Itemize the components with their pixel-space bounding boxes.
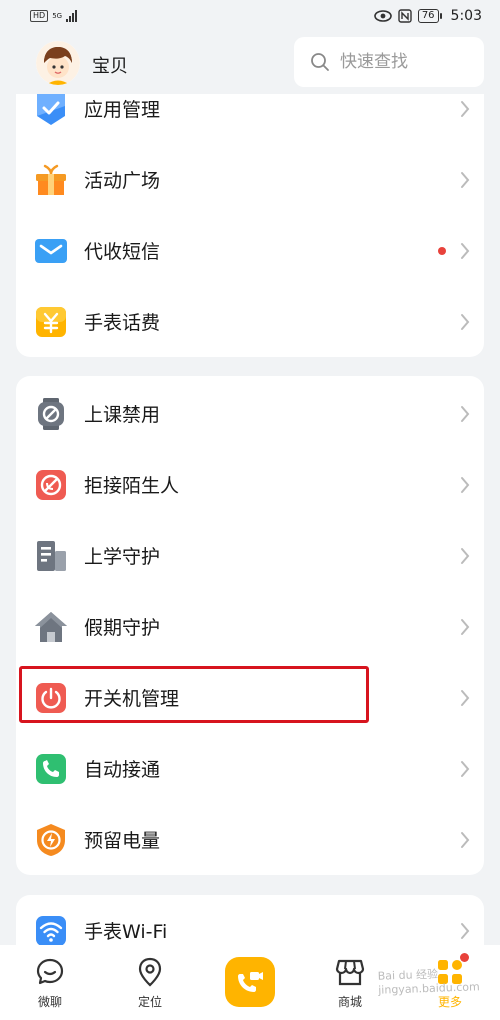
chevron-right-icon xyxy=(461,100,470,117)
eye-icon xyxy=(374,10,392,22)
menu-item-power-management[interactable]: 开关机管理 xyxy=(16,662,484,733)
menu-item-auto-answer[interactable]: 自动接通 xyxy=(16,733,484,804)
menu-item-holiday-guard[interactable]: 假期守护 xyxy=(16,591,484,662)
hd-badge: HD xyxy=(30,10,49,22)
menu-item-label: 代收短信 xyxy=(84,241,161,263)
location-pin-icon xyxy=(138,957,162,987)
wifi-icon xyxy=(36,915,66,946)
avatar[interactable] xyxy=(36,41,80,85)
chevron-right-icon xyxy=(461,547,470,564)
network-indicator: 5G xyxy=(52,11,63,20)
video-call-icon xyxy=(238,972,263,992)
menu-item-activity-square[interactable]: 活动广场 xyxy=(16,144,484,215)
notification-dot xyxy=(460,953,469,962)
menu-item-watch-phone-bill[interactable]: 手表话费 xyxy=(16,286,484,357)
signal-icon xyxy=(66,10,78,22)
menu-item-school-guard[interactable]: 上学守护 xyxy=(16,520,484,591)
notification-dot xyxy=(438,246,446,255)
chevron-right-icon xyxy=(461,171,470,188)
menu-item-label: 假期守护 xyxy=(84,617,161,639)
reject-stranger-icon xyxy=(36,469,66,500)
nfc-icon xyxy=(398,9,412,23)
chevron-right-icon xyxy=(461,922,470,939)
chevron-right-icon xyxy=(461,242,470,259)
chevron-right-icon xyxy=(461,618,470,635)
power-icon xyxy=(36,682,66,713)
menu-item-class-disable[interactable]: 上课禁用 xyxy=(16,378,484,449)
tab-store[interactable]: 商城 xyxy=(320,957,380,1010)
menu-item-label: 上课禁用 xyxy=(84,404,161,426)
store-icon xyxy=(335,959,365,986)
feature-card-2: 上课禁用 拒接陌生人 上学守护 假期守护 开关机管理 自动接通 预留电量 xyxy=(16,376,484,875)
chat-icon xyxy=(36,958,64,985)
menu-item-sms-collection[interactable]: 代收短信 xyxy=(16,215,484,286)
menu-item-label: 预留电量 xyxy=(84,830,161,852)
search-box[interactable] xyxy=(294,37,484,87)
search-icon xyxy=(311,53,329,71)
tab-location[interactable]: 定位 xyxy=(120,957,180,1010)
menu-item-label: 拒接陌生人 xyxy=(84,475,180,497)
child-avatar-icon xyxy=(36,41,80,85)
battery-indicator: 76 xyxy=(417,9,442,23)
yuan-icon xyxy=(36,306,66,337)
chevron-right-icon xyxy=(461,313,470,330)
menu-item-label: 应用管理 xyxy=(84,99,161,121)
school-building-icon xyxy=(37,540,66,571)
tab-chat[interactable]: 微聊 xyxy=(20,957,80,1010)
menu-item-label: 自动接通 xyxy=(84,759,161,781)
chevron-right-icon xyxy=(461,405,470,422)
watermark: Bai du 经验 jingyan.baidu.com xyxy=(377,967,480,997)
chevron-right-icon xyxy=(461,476,470,493)
status-bar: HD 5G 76 5:03 xyxy=(0,0,500,32)
menu-item-label: 开关机管理 xyxy=(84,688,180,710)
user-name[interactable]: 宝贝 xyxy=(92,52,128,78)
search-input[interactable] xyxy=(340,52,460,72)
header: 宝贝 xyxy=(0,32,500,94)
phone-icon xyxy=(36,753,66,784)
menu-item-label: 手表Wi-Fi xyxy=(84,921,168,943)
chevron-right-icon xyxy=(461,760,470,777)
watch-ban-icon xyxy=(38,397,64,430)
menu-item-label: 上学守护 xyxy=(84,546,161,568)
battery-bolt-icon xyxy=(37,823,65,856)
menu-item-reject-strangers[interactable]: 拒接陌生人 xyxy=(16,449,484,520)
menu-item-reserve-battery[interactable]: 预留电量 xyxy=(16,804,484,875)
chevron-right-icon xyxy=(461,831,470,848)
gift-icon xyxy=(36,164,66,195)
envelope-icon xyxy=(35,238,67,263)
house-icon xyxy=(35,611,67,642)
chevron-right-icon xyxy=(461,689,470,706)
menu-item-label: 手表话费 xyxy=(84,312,161,334)
status-time: 5:03 xyxy=(450,8,482,24)
app-management-icon xyxy=(37,93,65,125)
tab-video-call[interactable] xyxy=(225,957,275,1007)
feature-card-1: 应用管理 活动广场 代收短信 手表话费 xyxy=(16,73,484,357)
menu-item-label: 活动广场 xyxy=(84,170,161,192)
